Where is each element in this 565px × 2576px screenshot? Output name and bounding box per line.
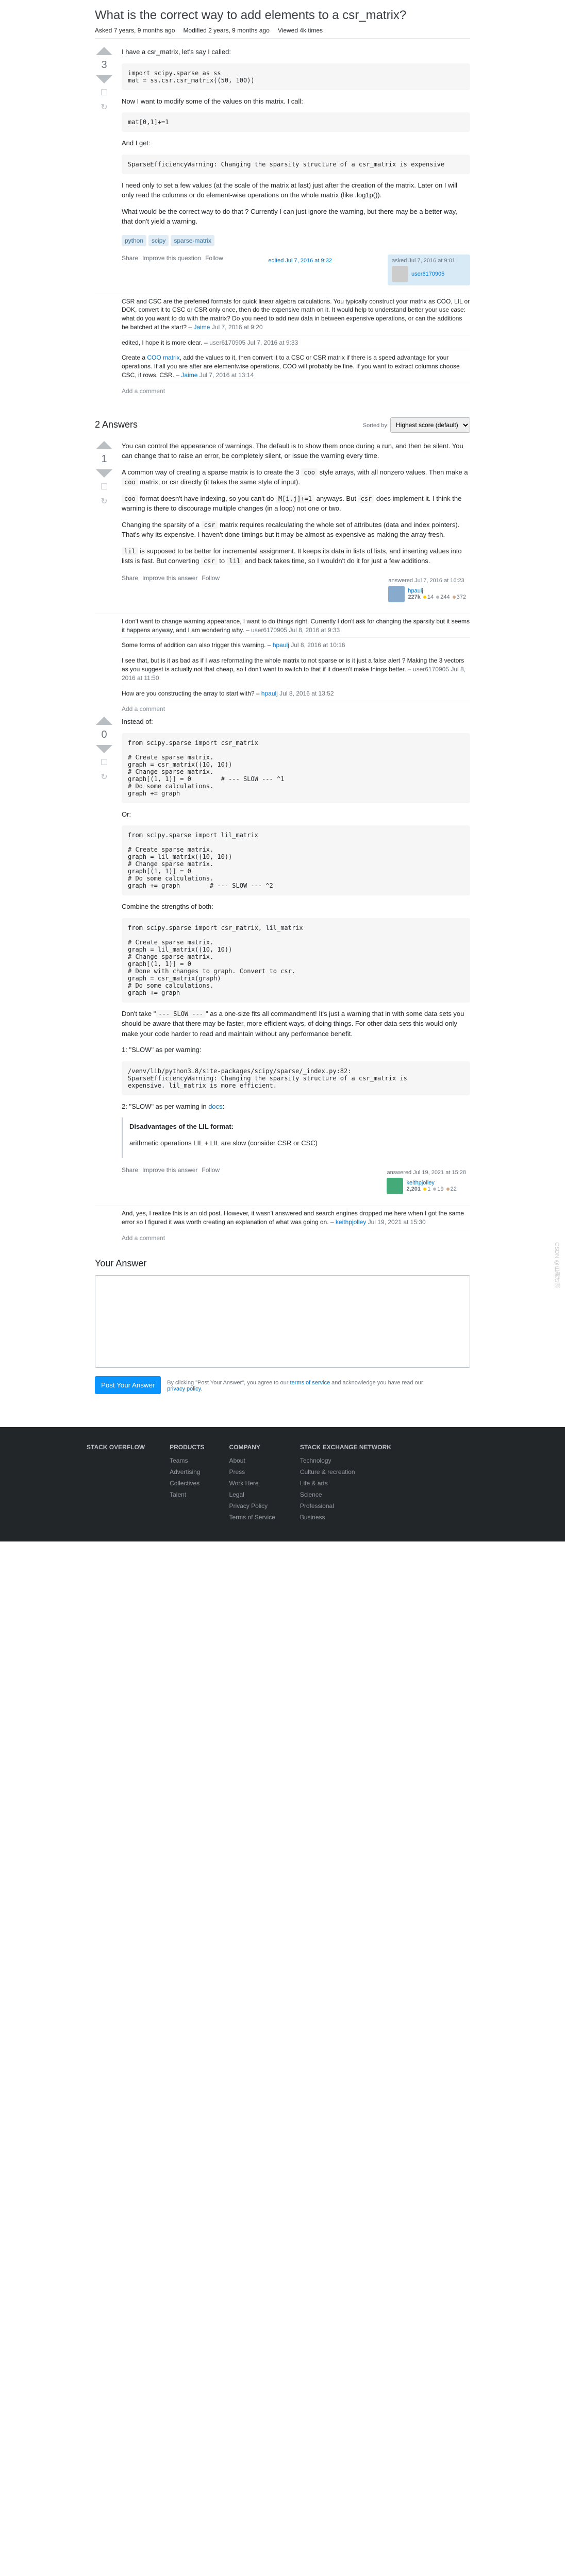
footer-link[interactable]: Business (300, 1514, 325, 1521)
footer-link[interactable]: Life & arts (300, 1480, 328, 1487)
upvote-button[interactable] (96, 441, 112, 449)
tag[interactable]: scipy (148, 235, 169, 246)
footer-link[interactable]: Culture & recreation (300, 1468, 355, 1476)
share-link[interactable]: Share (122, 255, 138, 285)
footer-link[interactable]: Teams (170, 1457, 188, 1464)
history-icon[interactable]: ↻ (101, 772, 107, 782)
footer-link[interactable]: Science (300, 1491, 322, 1498)
editor-card: edited Jul 7, 2016 at 9:32 (264, 255, 346, 285)
footer-link[interactable]: Professional (300, 1502, 334, 1510)
footer-link[interactable]: Terms of Service (229, 1514, 275, 1521)
question-meta: Asked 7 years, 9 months ago Modified 2 y… (95, 27, 470, 39)
downvote-button[interactable] (96, 75, 112, 83)
vote-score: 3 (101, 59, 107, 71)
improve-link[interactable]: Improve this answer (142, 1166, 197, 1197)
blockquote: Disadvantages of the LIL format: arithme… (122, 1117, 470, 1158)
upvote-button[interactable] (96, 717, 112, 725)
comment-author[interactable]: Jaime (181, 371, 197, 379)
code-block: from scipy.sparse import lil_matrix # Cr… (122, 825, 470, 895)
code-block: mat[0,1]+=1 (122, 112, 470, 132)
share-link[interactable]: Share (122, 1166, 138, 1197)
footer-link[interactable]: Collectives (170, 1480, 200, 1487)
user-link[interactable]: keithpjolley (406, 1180, 434, 1186)
footer-link[interactable]: Work Here (229, 1480, 258, 1487)
follow-link[interactable]: Follow (205, 255, 223, 285)
tag[interactable]: python (122, 235, 146, 246)
answer-post: 1 ☐ ↻ You can control the appearance of … (95, 441, 470, 605)
follow-link[interactable]: Follow (202, 574, 220, 605)
avatar (392, 266, 408, 282)
author-card: answered Jul 7, 2016 at 16:23 hpaulj227k… (384, 574, 470, 605)
add-comment-link[interactable]: Add a comment (122, 701, 470, 717)
your-answer-heading: Your Answer (95, 1258, 470, 1269)
comment-author[interactable]: Jaime (193, 324, 210, 331)
bookmark-icon[interactable]: ☐ (101, 757, 108, 768)
downvote-button[interactable] (96, 469, 112, 478)
code-block: from scipy.sparse import csr_matrix, lil… (122, 918, 470, 1003)
user-link[interactable]: user6170905 (411, 271, 444, 277)
user-link[interactable]: hpaulj (408, 588, 423, 594)
avatar (387, 1178, 403, 1194)
tags: python scipy sparse-matrix (122, 235, 470, 246)
sort-select[interactable]: Highest score (default) (390, 417, 470, 433)
answer-post: 0 ☐ ↻ Instead of: from scipy.sparse impo… (95, 717, 470, 1197)
code-block: from scipy.sparse import csr_matrix # Cr… (122, 733, 470, 803)
answer-editor[interactable] (95, 1275, 470, 1368)
downvote-button[interactable] (96, 745, 112, 753)
tag[interactable]: sparse-matrix (171, 235, 214, 246)
footer-link[interactable]: Advertising (170, 1468, 200, 1476)
watermark: CSDN @白驹过隙 (553, 1242, 561, 1288)
footer-link[interactable]: Privacy Policy (229, 1502, 268, 1510)
improve-link[interactable]: Improve this question (142, 255, 201, 285)
code-block: import scipy.sparse as ss mat = ss.csr.c… (122, 63, 470, 90)
site-footer: STACK OVERFLOW PRODUCTS Teams Advertisin… (0, 1427, 565, 1541)
footer-link[interactable]: About (229, 1457, 245, 1464)
bookmark-icon[interactable]: ☐ (101, 88, 108, 98)
question-title: What is the correct way to add elements … (95, 8, 470, 23)
vote-controls: 3 ☐ ↻ (95, 47, 113, 285)
improve-link[interactable]: Improve this answer (142, 574, 197, 605)
share-link[interactable]: Share (122, 574, 138, 605)
footer-link[interactable]: Press (229, 1468, 245, 1476)
answers-count: 2 Answers (95, 419, 138, 430)
add-comment-link[interactable]: Add a comment (122, 1230, 470, 1246)
history-icon[interactable]: ↻ (101, 496, 107, 506)
avatar (388, 586, 405, 602)
history-icon[interactable]: ↻ (101, 102, 107, 112)
code-block: SparseEfficiencyWarning: Changing the sp… (122, 155, 470, 174)
footer-link[interactable]: Legal (229, 1491, 244, 1498)
author-card: asked Jul 7, 2016 at 9:01 user6170905 (388, 255, 470, 285)
question-comments: CSR and CSC are the preferred formats fo… (95, 294, 470, 399)
question-post: 3 ☐ ↻ I have a csr_matrix, let's say I c… (95, 47, 470, 285)
post-answer-button[interactable]: Post Your Answer (95, 1376, 161, 1394)
footer-link[interactable]: Technology (300, 1457, 331, 1464)
code-block: /venv/lib/python3.8/site-packages/scipy/… (122, 1061, 470, 1095)
add-comment-link[interactable]: Add a comment (122, 383, 470, 399)
author-card: answered Jul 19, 2021 at 15:28 keithpjol… (383, 1166, 470, 1197)
footer-link[interactable]: Talent (170, 1491, 186, 1498)
upvote-button[interactable] (96, 47, 112, 55)
follow-link[interactable]: Follow (202, 1166, 220, 1197)
bookmark-icon[interactable]: ☐ (101, 482, 108, 492)
